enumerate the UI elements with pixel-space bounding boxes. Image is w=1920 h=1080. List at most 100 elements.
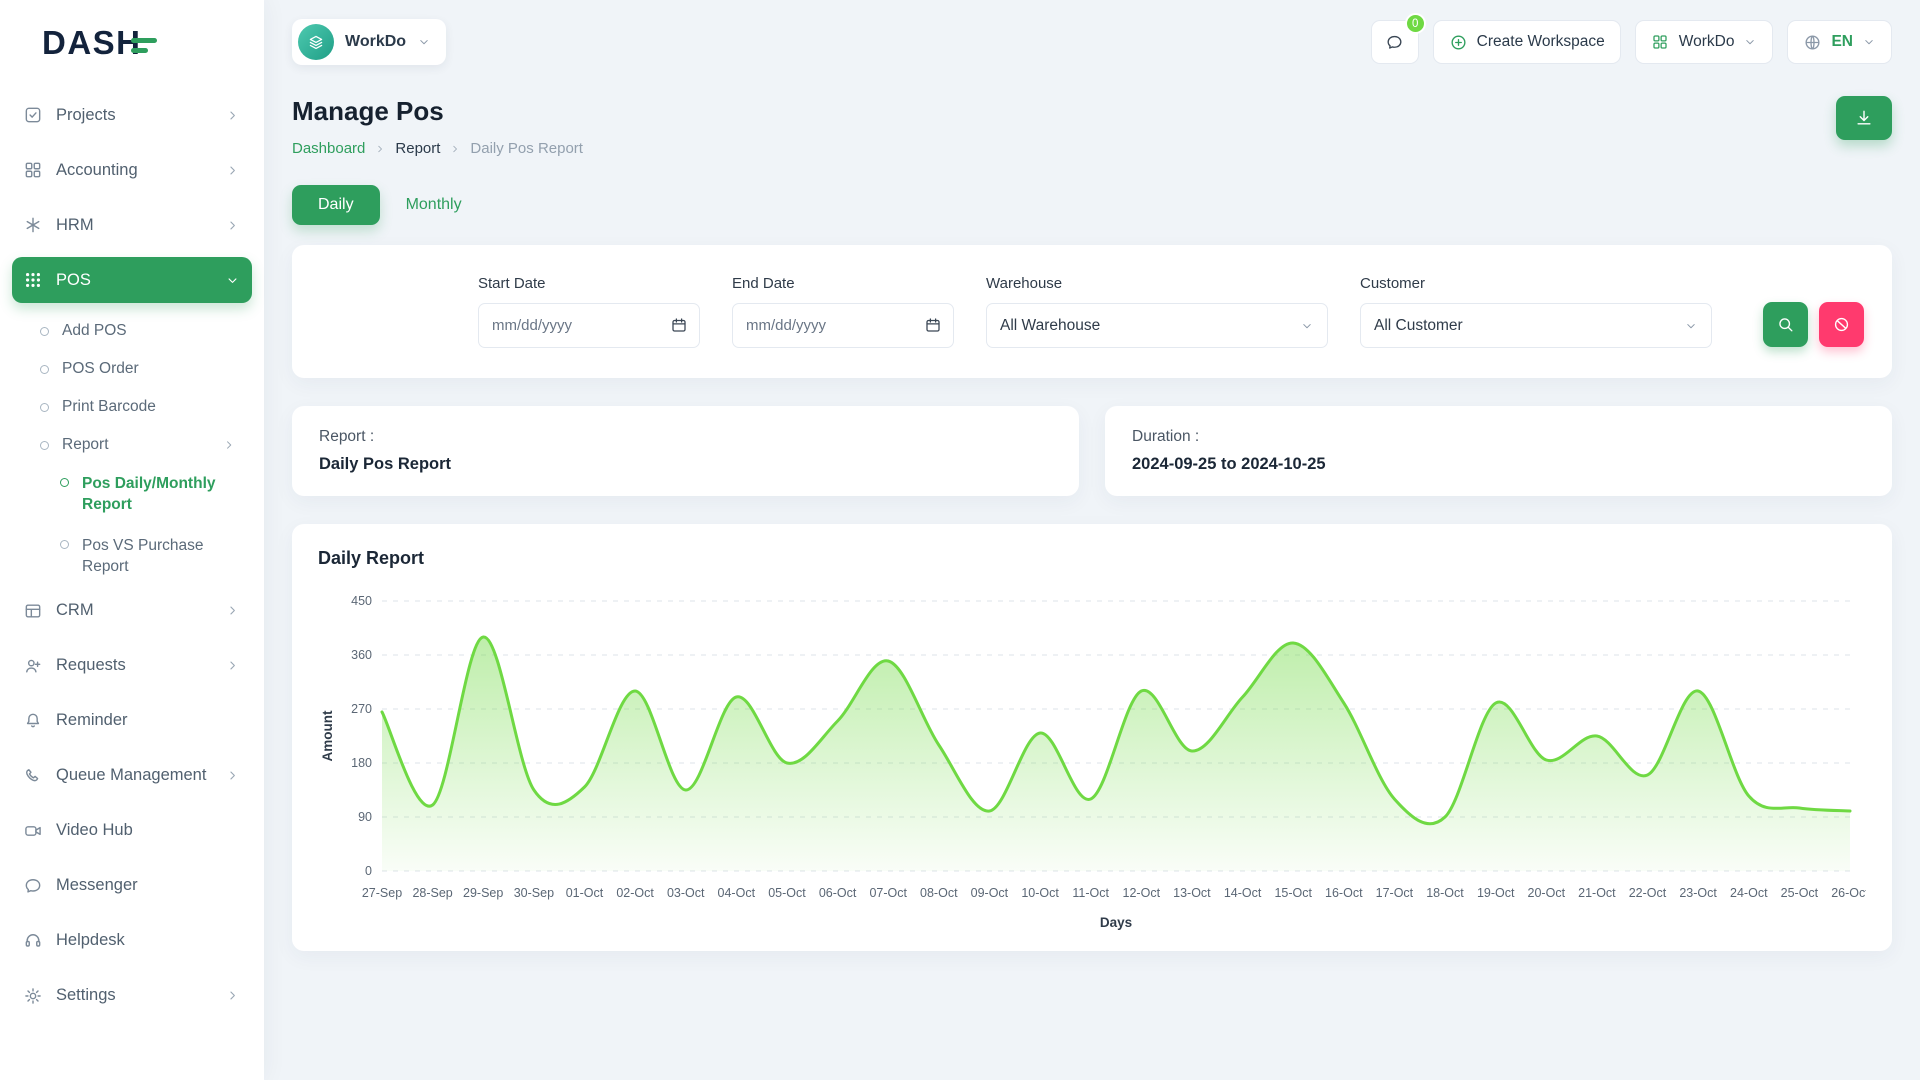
chevron-right-icon: [225, 603, 240, 618]
warehouse-select[interactable]: All Warehouse: [986, 303, 1328, 348]
end-date-label: End Date: [732, 275, 954, 292]
sidebar-item-settings[interactable]: Settings: [12, 973, 252, 1019]
sidebar-item-messenger[interactable]: Messenger: [12, 863, 252, 909]
chevron-right-icon: [449, 143, 461, 155]
sidebar-item-label: Video Hub: [56, 821, 133, 840]
chevron-right-icon: [225, 768, 240, 783]
sidebar-item-pos-order[interactable]: POS Order: [12, 350, 252, 388]
sidebar-item-pos-vs-purchase-report[interactable]: Pos VS Purchase Report: [12, 526, 252, 588]
sidebar-item-reminder[interactable]: Reminder: [12, 698, 252, 744]
customer-label: Customer: [1360, 275, 1712, 292]
queue-management-icon: [23, 766, 43, 786]
workspace-name: WorkDo: [345, 33, 406, 51]
search-icon: [1776, 315, 1795, 334]
create-workspace-button[interactable]: Create Workspace: [1433, 20, 1621, 64]
chevron-right-icon: [225, 658, 240, 673]
sidebar-item-label: Pos VS Purchase Report: [82, 536, 240, 578]
plus-circle-icon: [1449, 33, 1468, 52]
sidebar-item-accounting[interactable]: Accounting: [12, 147, 252, 193]
projects-icon: [23, 105, 43, 125]
sidebar-item-add-pos[interactable]: Add POS: [12, 312, 252, 350]
breadcrumb: Dashboard Report Daily Pos Report: [292, 140, 583, 157]
chevron-down-icon: [1743, 35, 1757, 49]
svg-text:12-Oct: 12-Oct: [1123, 886, 1161, 900]
helpdesk-icon: [23, 931, 43, 951]
warehouse-selected-value: All Warehouse: [1000, 317, 1100, 335]
brand-logo[interactable]: DASH: [12, 0, 252, 86]
bullet-icon: [60, 478, 69, 487]
chat-icon: [1385, 33, 1404, 52]
bullet-icon: [60, 540, 69, 549]
tab-monthly[interactable]: Monthly: [390, 185, 478, 225]
messages-button[interactable]: 0: [1371, 20, 1419, 64]
sidebar-item-label: Print Barcode: [62, 398, 156, 416]
svg-text:23-Oct: 23-Oct: [1679, 886, 1717, 900]
workspace-menu-button[interactable]: WorkDo: [1635, 20, 1774, 64]
filter-actions: [1763, 302, 1864, 347]
svg-text:25-Oct: 25-Oct: [1781, 886, 1819, 900]
download-report-button[interactable]: [1836, 96, 1892, 140]
report-summary-card: Report : Daily Pos Report: [292, 406, 1079, 496]
sidebar-item-report[interactable]: Report: [12, 426, 252, 464]
sidebar-item-crm[interactable]: CRM: [12, 588, 252, 634]
duration-value: 2024-09-25 to 2024-10-25: [1132, 455, 1865, 474]
sidebar-item-projects[interactable]: Projects: [12, 92, 252, 138]
sidebar-item-label: Queue Management: [56, 766, 206, 785]
topbar-actions: 0 Create Workspace WorkDo EN: [1371, 20, 1892, 64]
bullet-icon: [40, 403, 49, 412]
svg-text:13-Oct: 13-Oct: [1173, 886, 1211, 900]
customer-select[interactable]: All Customer: [1360, 303, 1712, 348]
svg-text:0: 0: [365, 864, 372, 878]
sidebar-item-pos-daily-monthly-report[interactable]: Pos Daily/Monthly Report: [12, 464, 252, 526]
sidebar-item-print-barcode[interactable]: Print Barcode: [12, 388, 252, 426]
daily-report-card: Daily Report 09018027036045027-Sep28-Sep…: [292, 524, 1892, 951]
search-button[interactable]: [1763, 302, 1808, 347]
svg-text:08-Oct: 08-Oct: [920, 886, 958, 900]
svg-text:90: 90: [358, 810, 372, 824]
brand-logo-text: DASH: [42, 24, 142, 62]
chevron-right-icon: [225, 988, 240, 1003]
duration-label: Duration :: [1132, 428, 1865, 446]
hrm-icon: [23, 215, 43, 235]
sidebar-item-video-hub[interactable]: Video Hub: [12, 808, 252, 854]
svg-text:29-Sep: 29-Sep: [463, 886, 503, 900]
svg-text:11-Oct: 11-Oct: [1072, 886, 1109, 900]
create-workspace-label: Create Workspace: [1477, 33, 1605, 51]
customer-field: Customer All Customer: [1360, 275, 1712, 348]
sidebar-item-pos[interactable]: POS: [12, 257, 252, 303]
tab-daily[interactable]: Daily: [292, 185, 380, 225]
sidebar-nav: Projects Accounting HRM POS Add POS: [12, 86, 252, 1080]
workspace-avatar: [298, 24, 334, 60]
page-content: Manage Pos Dashboard Report Daily Pos Re…: [264, 74, 1920, 1080]
end-date-input[interactable]: [732, 303, 954, 348]
page-header: Manage Pos Dashboard Report Daily Pos Re…: [292, 96, 1892, 157]
chevron-right-icon: [225, 108, 240, 123]
svg-text:28-Sep: 28-Sep: [412, 886, 452, 900]
language-selector[interactable]: EN: [1787, 20, 1892, 64]
breadcrumb-dashboard-link[interactable]: Dashboard: [292, 140, 365, 157]
workspace-switcher[interactable]: WorkDo: [292, 19, 446, 65]
svg-text:02-Oct: 02-Oct: [616, 886, 654, 900]
sidebar-item-label: HRM: [56, 216, 94, 235]
bullet-icon: [40, 327, 49, 336]
sidebar-item-label: Pos Daily/Monthly Report: [82, 474, 240, 516]
sidebar-item-label: Accounting: [56, 161, 138, 180]
svg-text:Days: Days: [1100, 915, 1132, 930]
sidebar: DASH Projects Accounting HRM POS: [0, 0, 264, 1080]
sidebar-item-helpdesk[interactable]: Helpdesk: [12, 918, 252, 964]
sidebar-item-label: POS Order: [62, 360, 139, 378]
report-label: Report :: [319, 428, 1052, 446]
svg-text:14-Oct: 14-Oct: [1224, 886, 1262, 900]
svg-text:04-Oct: 04-Oct: [718, 886, 756, 900]
language-code: EN: [1831, 33, 1853, 51]
sidebar-item-queue-management[interactable]: Queue Management: [12, 753, 252, 799]
chevron-down-icon: [417, 35, 431, 49]
breadcrumb-report-link[interactable]: Report: [395, 140, 440, 157]
chevron-down-icon: [225, 273, 240, 288]
chart-title: Daily Report: [318, 548, 1866, 569]
start-date-input[interactable]: [478, 303, 700, 348]
reset-filters-button[interactable]: [1819, 302, 1864, 347]
sidebar-item-requests[interactable]: Requests: [12, 643, 252, 689]
sidebar-item-hrm[interactable]: HRM: [12, 202, 252, 248]
chevron-right-icon: [222, 438, 236, 452]
